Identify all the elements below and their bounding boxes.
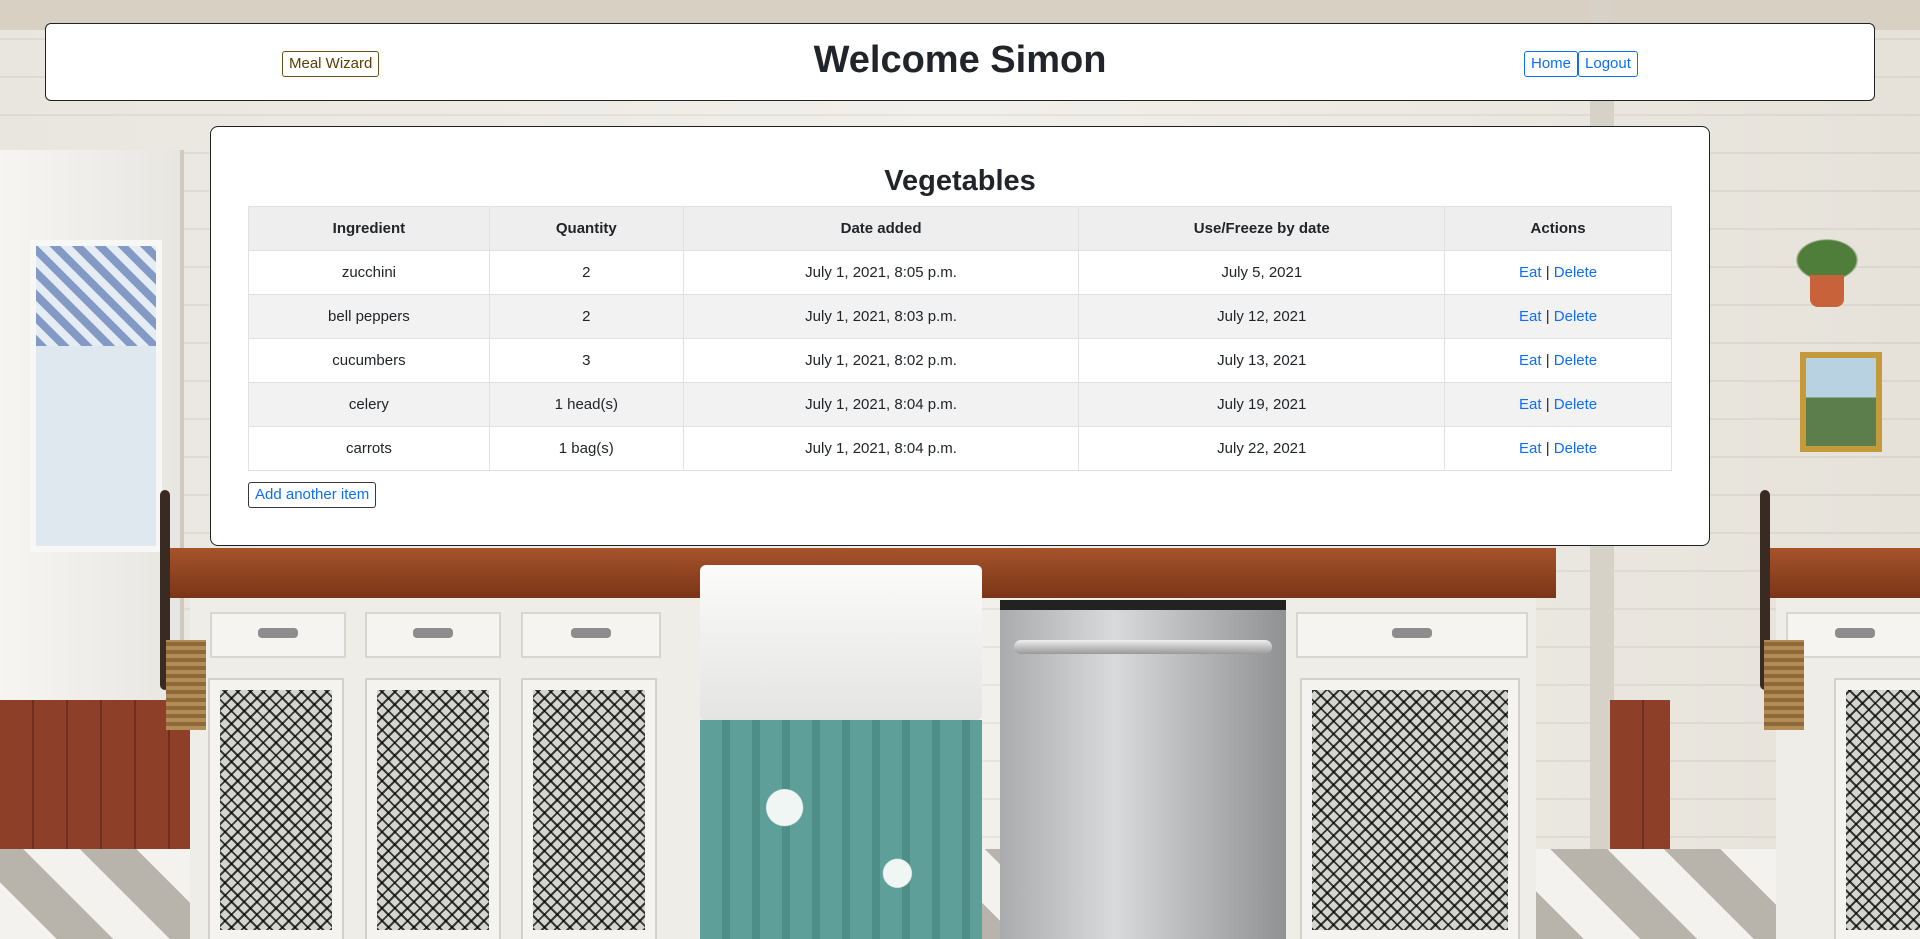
eat-link[interactable]: Eat <box>1519 396 1542 413</box>
table-row: carrots 1 bag(s) July 1, 2021, 8:04 p.m.… <box>248 426 1672 471</box>
use-by-cell: July 12, 2021 <box>1078 294 1446 339</box>
table-row: zucchini 2 July 1, 2021, 8:05 p.m. July … <box>248 250 1672 295</box>
home-button[interactable]: Home <box>1524 51 1579 77</box>
table-header-row: Ingredient Quantity Date added Use/Freez… <box>248 206 1672 251</box>
eat-link[interactable]: Eat <box>1519 352 1542 369</box>
delete-link[interactable]: Delete <box>1554 352 1597 369</box>
category-title: Vegetables <box>884 165 1036 197</box>
add-another-item-button[interactable]: Add another item <box>248 482 377 508</box>
date-added-cell: July 1, 2021, 8:03 p.m. <box>682 294 1080 339</box>
mesh-cabinet-door <box>1302 680 1518 939</box>
ingredient-cell: zucchini <box>248 250 490 295</box>
column-header-actions: Actions <box>1444 206 1672 251</box>
drawer <box>1296 612 1528 658</box>
door-window <box>30 240 162 552</box>
ingredient-cell: carrots <box>248 426 490 471</box>
drawer <box>365 612 501 658</box>
table-row: cucumbers 3 July 1, 2021, 8:02 p.m. July… <box>248 338 1672 383</box>
column-header-quantity: Quantity <box>488 206 684 251</box>
eat-link[interactable]: Eat <box>1519 308 1542 325</box>
ingredient-cell: cucumbers <box>248 338 490 383</box>
quantity-cell: 3 <box>488 338 684 383</box>
wicker-basket <box>1764 640 1804 730</box>
logout-button[interactable]: Logout <box>1578 51 1638 77</box>
quantity-cell: 2 <box>488 250 684 295</box>
use-by-cell: July 19, 2021 <box>1078 382 1446 427</box>
wall-picture-frame <box>1800 352 1882 452</box>
drawer <box>1786 612 1920 658</box>
mesh-cabinet-door <box>367 680 499 939</box>
action-separator: | <box>1545 440 1550 457</box>
ingredient-cell: bell peppers <box>248 294 490 339</box>
eat-link[interactable]: Eat <box>1519 440 1542 457</box>
action-separator: | <box>1545 352 1550 369</box>
use-by-cell: July 5, 2021 <box>1078 250 1446 295</box>
top-header: Meal Wizard Welcome Simon Home Logout <box>45 23 1875 101</box>
inventory-card: Vegetables Ingredient Quantity Date adde… <box>210 126 1710 546</box>
use-by-cell: July 22, 2021 <box>1078 426 1446 471</box>
date-added-cell: July 1, 2021, 8:05 p.m. <box>682 250 1080 295</box>
wicker-basket <box>166 640 206 730</box>
ingredients-table: Ingredient Quantity Date added Use/Freez… <box>248 206 1672 471</box>
table-row: bell peppers 2 July 1, 2021, 8:03 p.m. J… <box>248 294 1672 339</box>
drawer <box>210 612 346 658</box>
delete-link[interactable]: Delete <box>1554 308 1597 325</box>
action-separator: | <box>1545 396 1550 413</box>
mesh-cabinet-door <box>1836 680 1920 939</box>
table-row: celery 1 head(s) July 1, 2021, 8:04 p.m.… <box>248 382 1672 427</box>
actions-cell: Eat | Delete <box>1444 382 1672 427</box>
quantity-cell: 2 <box>488 294 684 339</box>
eat-link[interactable]: Eat <box>1519 264 1542 281</box>
farmhouse-sink <box>700 565 982 720</box>
drawer <box>521 612 661 658</box>
mesh-cabinet-door <box>523 680 655 939</box>
sink-curtain <box>700 720 982 939</box>
action-separator: | <box>1545 308 1550 325</box>
use-by-cell: July 13, 2021 <box>1078 338 1446 383</box>
actions-cell: Eat | Delete <box>1444 426 1672 471</box>
quantity-cell: 1 head(s) <box>488 382 684 427</box>
actions-cell: Eat | Delete <box>1444 338 1672 383</box>
actions-cell: Eat | Delete <box>1444 250 1672 295</box>
date-added-cell: July 1, 2021, 8:02 p.m. <box>682 338 1080 383</box>
column-header-ingredient: Ingredient <box>248 206 490 251</box>
tile-floor-right <box>1610 700 1670 860</box>
column-header-date-added: Date added <box>682 206 1080 251</box>
plant-pot <box>1810 275 1844 307</box>
date-added-cell: July 1, 2021, 8:04 p.m. <box>682 382 1080 427</box>
delete-link[interactable]: Delete <box>1554 396 1597 413</box>
ingredient-cell: celery <box>248 382 490 427</box>
top-nav: Home Logout <box>1524 51 1638 77</box>
column-header-use-by: Use/Freeze by date <box>1078 206 1446 251</box>
actions-cell: Eat | Delete <box>1444 294 1672 339</box>
date-added-cell: July 1, 2021, 8:04 p.m. <box>682 426 1080 471</box>
delete-link[interactable]: Delete <box>1554 440 1597 457</box>
dishwasher <box>1000 600 1286 939</box>
quantity-cell: 1 bag(s) <box>488 426 684 471</box>
wood-countertop-right <box>1766 548 1920 598</box>
action-separator: | <box>1545 264 1550 281</box>
mesh-cabinet-door <box>210 680 342 939</box>
delete-link[interactable]: Delete <box>1554 264 1597 281</box>
